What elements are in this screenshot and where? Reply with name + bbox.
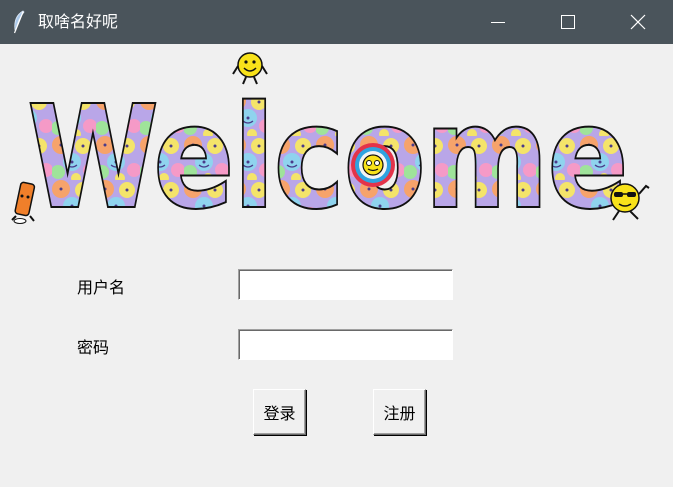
feather-icon [13, 10, 25, 34]
app-window: 取啥名好呢 Welcome 用户名 密码 登录 注册 [0, 0, 673, 487]
maximize-icon [561, 15, 575, 29]
smiley-sunglasses-icon [610, 183, 650, 221]
close-button[interactable] [603, 0, 673, 44]
register-button[interactable]: 注册 [373, 389, 426, 435]
close-icon [630, 14, 646, 30]
username-input[interactable] [238, 269, 453, 300]
password-input[interactable] [238, 329, 453, 360]
minimize-icon [491, 22, 505, 23]
welcome-logo-text: Welcome [28, 77, 628, 228]
smiley-target-icon [351, 143, 395, 187]
password-label: 密码 [77, 338, 110, 357]
window-title: 取啥名好呢 [38, 12, 119, 31]
title-bar[interactable]: 取啥名好呢 [0, 0, 673, 44]
maximize-button[interactable] [533, 0, 603, 44]
login-button[interactable]: 登录 [253, 389, 306, 435]
smiley-crayon-icon [11, 181, 36, 224]
minimize-button[interactable] [463, 0, 533, 44]
welcome-banner: Welcome [11, 52, 650, 228]
username-label: 用户名 [77, 278, 126, 297]
